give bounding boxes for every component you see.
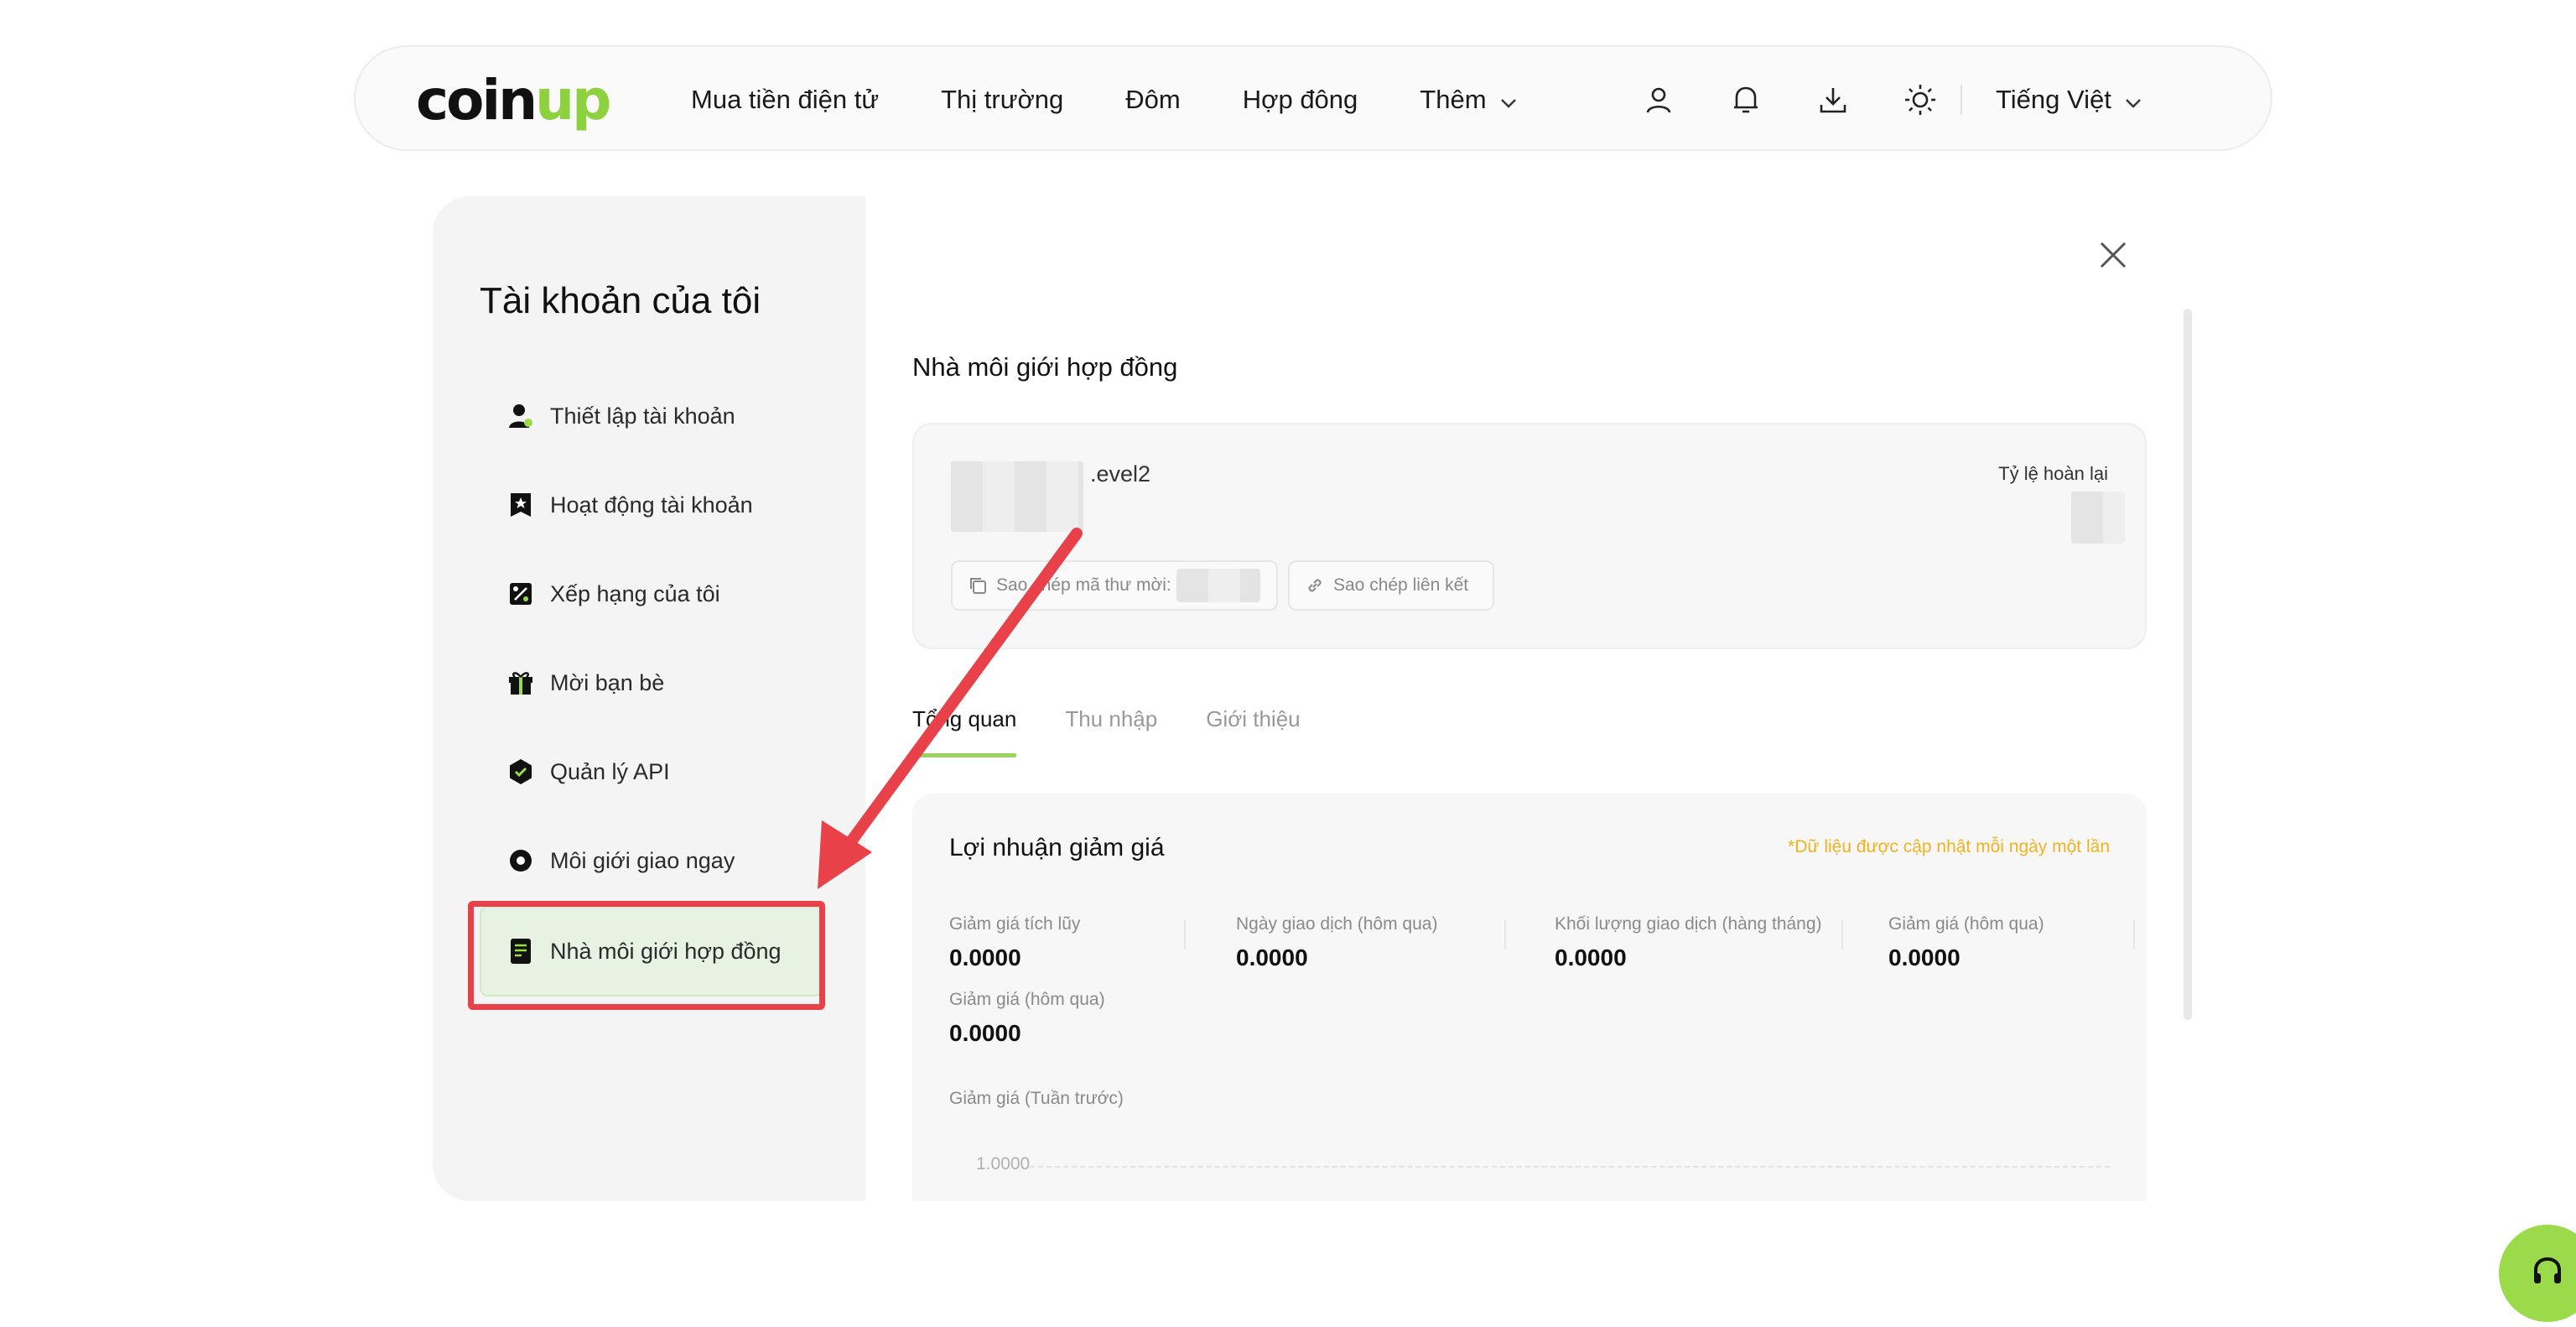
sidebar-title: Tài khoản của tôi — [480, 280, 761, 321]
stat-value: 0.0000 — [1555, 945, 1627, 971]
stat-value: 0.0000 — [1236, 945, 1308, 971]
copy-link-label: Sao chép liên kết — [1333, 575, 1469, 595]
sidebar-item-my-ranking[interactable]: Xếp hạng của tôi — [506, 575, 720, 612]
nav-spot[interactable]: Đôm — [1125, 85, 1180, 115]
copy-icon — [968, 575, 988, 596]
copy-invite-code-label: Sao chép mã thư mời: — [996, 575, 1171, 595]
stat-cumulative-rebate: Giảm giá tích lũy 0.0000 — [949, 914, 1080, 971]
nav-links: Mua tiền điện tử Thị trường Đôm Hợp đông… — [691, 47, 1579, 153]
download-icon[interactable] — [1811, 78, 1855, 122]
sidebar-item-label: Mời bạn bè — [550, 669, 665, 695]
nav-icons: Tiếng Việt — [1637, 47, 2142, 153]
api-hexagon-icon — [506, 757, 535, 786]
chart-y-tick: 1.0000 — [976, 1154, 1031, 1173]
scrollbar[interactable] — [2184, 309, 2192, 1020]
stat-rebate-yesterday: Giảm giá (hôm qua) 0.0000 — [1888, 914, 2044, 971]
stat-label: Khối lượng giao dịch (hàng tháng) — [1555, 914, 1822, 934]
redacted-rate-value — [2071, 492, 2125, 544]
chevron-down-icon — [1500, 85, 1517, 115]
copy-link-button[interactable]: Sao chép liên kết — [1288, 560, 1494, 611]
stat-label: Giảm giá (hôm qua) — [1888, 914, 2044, 934]
sun-icon[interactable] — [1898, 78, 1942, 122]
user-settings-icon — [506, 402, 535, 430]
sidebar-item-spot-broker[interactable]: Môi giới giao ngay — [506, 842, 735, 879]
bell-icon[interactable] — [1724, 78, 1768, 122]
language-selector[interactable]: Tiếng Việt — [1996, 85, 2142, 115]
update-note: *Dữ liệu được cập nhật mỗi ngày một lần — [1788, 837, 2110, 856]
sidebar-item-label: Xếp hạng của tôi — [550, 580, 720, 606]
chevron-down-icon — [2125, 85, 2142, 115]
close-icon[interactable] — [2096, 238, 2130, 272]
stat-value: 0.0000 — [949, 1020, 1021, 1046]
stat-label: Giảm giá tích lũy — [949, 914, 1081, 934]
redacted-avatar — [951, 461, 1083, 532]
support-chat-button[interactable] — [2499, 1225, 2576, 1322]
sidebar-item-api-management[interactable]: Quản lý API — [506, 753, 670, 790]
headset-icon — [2527, 1252, 2568, 1296]
logo-text-prefix: coin — [416, 67, 538, 133]
sidebar-item-account-activity[interactable]: Hoạt động tài khoản — [506, 487, 753, 523]
tab-overview[interactable]: Tổng quan — [912, 703, 1017, 757]
stat-divider — [2133, 919, 2135, 950]
sidebar-item-label: Quản lý API — [550, 758, 670, 784]
activity-icon — [506, 491, 535, 519]
nav-buy-crypto[interactable]: Mua tiền điện tử — [691, 85, 879, 115]
coinup-logo[interactable]: coin up — [416, 67, 611, 133]
language-label: Tiếng Việt — [1996, 85, 2111, 114]
account-sidebar: Tài khoản của tôi Thiết lập tài khoản Ho… — [433, 196, 865, 1201]
sidebar-item-label: Hoạt động tài khoản — [550, 492, 753, 518]
stat-rebate-yesterday-2: Giảm giá (hôm qua) 0.0000 — [949, 990, 1105, 1047]
redacted-invite-code — [1176, 569, 1260, 602]
broker-info-card: .evel2 Tỷ lệ hoàn lại Sao chép mã thư mờ… — [912, 423, 2147, 649]
stat-trading-days: Ngày giao dịch (hôm qua) 0.0000 — [1236, 914, 1437, 971]
chart-gridline — [1030, 1166, 2110, 1168]
sidebar-item-invite-friends[interactable]: Mời bạn bè — [506, 664, 664, 701]
stat-divider — [1184, 919, 1186, 950]
tab-earnings[interactable]: Thu nhập — [1065, 703, 1157, 732]
nav-more[interactable]: Thêm — [1420, 85, 1516, 115]
rebate-profit-card: Lợi nhuận giảm giá *Dữ liệu được cập nhậ… — [912, 794, 2147, 1201]
link-icon — [1305, 575, 1325, 596]
main-panel: Nhà môi giới hợp đồng .evel2 Tỷ lệ hoàn … — [865, 196, 2192, 1201]
user-icon[interactable] — [1637, 78, 1680, 122]
stat-value: 0.0000 — [1888, 945, 1961, 971]
rebate-rate-label: Tỷ lệ hoàn lại — [1998, 463, 2108, 484]
stat-label: Giảm giá (hôm qua) — [949, 990, 1105, 1009]
annotation-highlight-box — [468, 901, 825, 1010]
sidebar-item-label: Thiết lập tài khoản — [550, 403, 735, 429]
rebate-profit-title: Lợi nhuận giảm giá — [949, 834, 1165, 861]
top-navbar: coin up Mua tiền điện tử Thị trường Đôm H… — [354, 45, 2272, 151]
copy-invite-code-button[interactable]: Sao chép mã thư mời: — [951, 560, 1278, 611]
weekly-rebate-label: Giảm giá (Tuần trước) — [949, 1089, 1124, 1108]
nav-contracts[interactable]: Hợp đông — [1243, 85, 1358, 115]
spot-broker-icon — [506, 846, 535, 875]
stat-label: Ngày giao dịch (hôm qua) — [1236, 914, 1438, 934]
nav-markets[interactable]: Thị trường — [941, 85, 1063, 115]
tab-referrals[interactable]: Giới thiệu — [1206, 703, 1300, 732]
broker-tabs: Tổng quan Thu nhập Giới thiệu — [912, 703, 1349, 757]
page-title: Nhà môi giới hợp đồng — [912, 352, 1178, 382]
logo-text-suffix: up — [535, 67, 611, 133]
stat-divider — [1841, 919, 1843, 950]
nav-more-label: Thêm — [1420, 85, 1487, 114]
stat-value: 0.0000 — [949, 945, 1021, 971]
nav-divider — [1961, 85, 1962, 115]
percent-badge-icon — [506, 580, 535, 608]
stat-monthly-volume: Khối lượng giao dịch (hàng tháng) 0.0000 — [1555, 914, 1822, 971]
broker-level: .evel2 — [1090, 461, 1151, 487]
sidebar-item-label: Môi giới giao ngay — [550, 847, 735, 873]
stat-divider — [1504, 919, 1506, 950]
sidebar-item-account-settings[interactable]: Thiết lập tài khoản — [506, 398, 735, 435]
gift-icon — [506, 669, 535, 697]
